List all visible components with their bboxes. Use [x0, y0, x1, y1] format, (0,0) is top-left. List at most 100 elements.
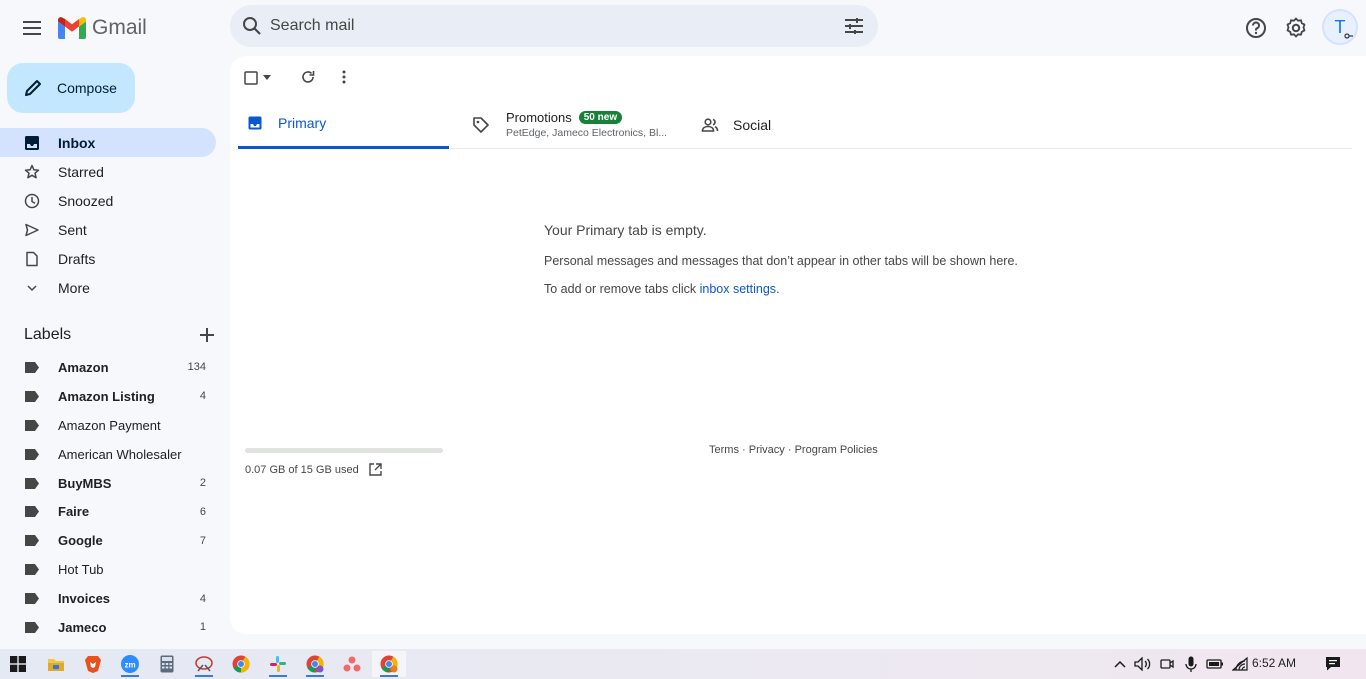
refresh-icon — [302, 71, 315, 83]
label-item[interactable]: Faire 6 — [0, 497, 216, 526]
more-actions-button[interactable] — [334, 67, 354, 87]
footer-separator: · — [784, 444, 795, 456]
label-tag-icon — [24, 390, 40, 402]
sidebar-item-starred[interactable]: Starred — [0, 157, 216, 186]
sidebar-item-drafts[interactable]: Drafts — [0, 244, 216, 273]
label-item[interactable]: BuyMBS 2 — [0, 469, 216, 498]
draft-icon — [24, 251, 40, 267]
empty-settings-hint: To add or remove tabs click inbox settin… — [544, 282, 1018, 296]
tab-label: Primary — [278, 115, 327, 131]
camera-icon — [1160, 659, 1174, 669]
show-hidden-icons-button[interactable] — [1110, 653, 1130, 675]
label-item[interactable]: Google 7 — [0, 526, 216, 555]
sidebar-item-inbox[interactable]: Inbox — [0, 128, 216, 157]
terms-link[interactable]: Terms — [709, 444, 739, 456]
taskbar-asana[interactable] — [335, 651, 369, 677]
sidebar-item-more[interactable]: More — [0, 273, 216, 302]
privacy-link[interactable]: Privacy — [749, 444, 785, 456]
add-label-icon[interactable] — [200, 328, 214, 342]
label-count: 134 — [187, 361, 206, 374]
taskbar-snipping-tool[interactable] — [187, 651, 221, 677]
caret-down-icon[interactable] — [262, 75, 272, 81]
label-name: Google — [58, 533, 103, 549]
start-button[interactable] — [1, 651, 35, 677]
windows-icon — [10, 656, 26, 672]
asana-icon — [343, 656, 361, 672]
sidebar-item-snoozed[interactable]: Snoozed — [0, 186, 216, 215]
search-icon[interactable] — [240, 14, 264, 38]
label-item[interactable]: Invoices 4 — [0, 584, 216, 613]
label-item[interactable]: American Wholesaler — [0, 440, 216, 469]
settings-button[interactable] — [1280, 12, 1312, 44]
label-count: 6 — [199, 505, 206, 518]
sidebar-item-label: Starred — [58, 163, 104, 180]
label-tag-icon — [24, 477, 40, 489]
slack-icon — [270, 656, 286, 672]
chevron-down-icon — [24, 280, 40, 296]
storage-indicator: 0.07 GB of 15 GB used — [245, 448, 443, 476]
taskbar-brave[interactable] — [76, 651, 110, 677]
wifi-button[interactable] — [1230, 653, 1250, 675]
select-all-checkbox[interactable] — [244, 68, 280, 88]
taskbar-chrome[interactable] — [224, 651, 258, 677]
new-count-badge: 50 new — [578, 111, 623, 124]
label-item[interactable]: Amazon 134 — [0, 353, 216, 382]
camera-button[interactable] — [1157, 653, 1177, 675]
more-vert-icon — [342, 70, 346, 84]
open-external-icon[interactable] — [369, 463, 382, 476]
empty-title: Your Primary tab is empty. — [544, 222, 707, 238]
label-item[interactable]: Jameco 1 — [0, 613, 216, 642]
label-count: 2 — [199, 477, 206, 489]
gear-icon — [1286, 17, 1306, 38]
inbox-settings-link[interactable]: inbox settings — [700, 282, 776, 296]
taskbar-calculator[interactable] — [150, 651, 184, 677]
taskbar-slack[interactable] — [261, 651, 295, 677]
clock-icon — [24, 193, 40, 209]
empty-description: Personal messages and messages that don’… — [544, 254, 1018, 268]
notifications-button[interactable] — [1323, 653, 1343, 675]
volume-button[interactable] — [1133, 653, 1153, 675]
label-item[interactable]: Amazon Payment — [0, 411, 216, 440]
label-name: Amazon — [58, 359, 109, 375]
taskbar-file-explorer[interactable] — [39, 651, 73, 677]
label-name: American Wholesaler — [58, 446, 182, 462]
taskbar-zoom[interactable]: zm — [113, 651, 147, 677]
tab-social[interactable]: Social — [701, 100, 901, 149]
app-name: Gmail — [92, 16, 147, 39]
volume-icon — [1134, 657, 1151, 671]
sidebar-item-sent[interactable]: Sent — [0, 215, 216, 244]
notification-icon — [1326, 657, 1340, 671]
svg-text:zm: zm — [124, 661, 135, 670]
label-tag-icon — [24, 535, 40, 547]
search-options-icon[interactable] — [842, 14, 866, 38]
gmail-logo[interactable]: Gmail — [58, 13, 147, 43]
compose-button[interactable]: Compose — [7, 63, 135, 113]
taskbar-chrome-active[interactable] — [372, 651, 406, 677]
search-input[interactable] — [270, 5, 830, 47]
label-tag-icon — [24, 621, 40, 633]
tab-promotions[interactable]: Promotions 50 new PetEdge, Jameco Electr… — [472, 100, 682, 149]
gmail-m-icon — [58, 17, 86, 39]
sidebar-item-label: Snoozed — [58, 192, 114, 209]
star-icon — [24, 164, 40, 180]
hamburger-icon — [23, 21, 41, 35]
taskbar-clock[interactable]: 6:52 AM — [1252, 656, 1296, 670]
hint-suffix: . — [776, 282, 780, 296]
send-icon — [24, 222, 40, 238]
program-policies-link[interactable]: Program Policies — [795, 444, 878, 456]
taskbar-chrome-profile[interactable] — [298, 651, 332, 677]
labels-list: Amazon 134 Amazon Listing 4 Amazon Payme… — [0, 353, 216, 642]
microphone-button[interactable] — [1181, 653, 1201, 675]
label-tag-icon — [24, 448, 40, 460]
chrome-icon — [380, 655, 398, 673]
label-item[interactable]: Hot Tub — [0, 555, 216, 584]
refresh-button[interactable] — [298, 67, 318, 87]
label-item[interactable]: Amazon Listing 4 — [0, 382, 216, 411]
help-button[interactable] — [1240, 12, 1272, 44]
windows-taskbar: zm 6:52 AM — [0, 649, 1366, 679]
battery-button[interactable] — [1205, 653, 1225, 675]
main-menu-button[interactable] — [13, 8, 53, 48]
account-avatar[interactable]: T — [1322, 9, 1358, 45]
label-count: 1 — [199, 621, 206, 634]
tab-primary[interactable]: Primary — [238, 100, 449, 149]
